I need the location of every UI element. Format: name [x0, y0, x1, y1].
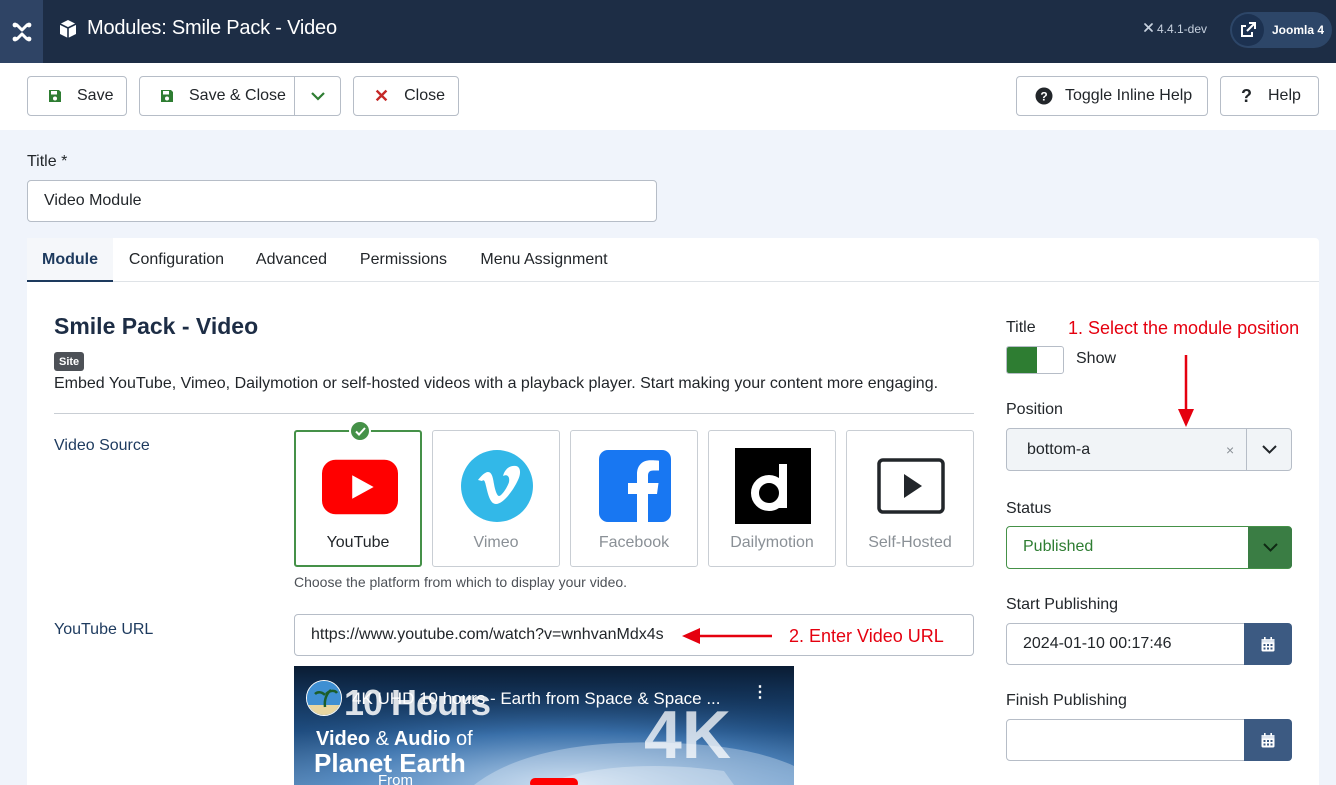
start-publishing-label: Start Publishing	[1006, 596, 1119, 613]
calendar-icon	[1261, 636, 1275, 651]
finish-calendar-button[interactable]	[1244, 719, 1292, 761]
save-close-label: Save & Close	[189, 87, 286, 104]
youtube-url-label: YouTube URL	[54, 621, 154, 638]
inline-help-label: Toggle Inline Help	[1065, 87, 1193, 104]
finish-publishing-label: Finish Publishing	[1006, 692, 1127, 709]
page-title: Modules: Smile Pack - Video	[87, 17, 337, 39]
chevron-down-icon[interactable]	[1248, 527, 1292, 568]
position-select[interactable]: bottom-a ×	[1006, 428, 1292, 471]
close-button[interactable]: ✕ Close	[353, 76, 459, 116]
floppy-disk-icon	[48, 89, 62, 103]
overlay-4k: 4K	[644, 697, 731, 773]
source-option-dailymotion[interactable]: Dailymotion	[708, 430, 836, 567]
header: Modules: Smile Pack - Video 4.4.1-dev Jo…	[0, 0, 1336, 63]
video-source-help: Choose the platform from which to displa…	[294, 574, 628, 590]
clear-icon[interactable]: ×	[1226, 442, 1234, 458]
save-close-button[interactable]: Save & Close	[139, 76, 341, 116]
tab-permissions[interactable]: Permissions	[343, 238, 464, 282]
tab-menu-assignment[interactable]: Menu Assignment	[464, 238, 624, 282]
status-value: Published	[1023, 538, 1094, 555]
annotation-arrow-left	[682, 627, 774, 650]
position-value: bottom-a	[1027, 441, 1091, 458]
facebook-icon	[597, 448, 673, 524]
toggle-on-indicator	[1007, 347, 1037, 373]
tab-module[interactable]: Module	[27, 238, 113, 283]
annotation-arrow-down	[1177, 355, 1195, 434]
calendar-icon	[1261, 732, 1275, 747]
close-label: Close	[404, 87, 445, 104]
source-option-youtube[interactable]: YouTube	[294, 420, 422, 567]
show-title-label: Title	[1006, 319, 1036, 336]
vimeo-icon	[459, 448, 535, 524]
joomla-small-icon	[1143, 22, 1154, 36]
help-label: Help	[1268, 87, 1301, 104]
close-icon: ✕	[374, 85, 390, 106]
show-title-toggle-label: Show	[1076, 350, 1117, 367]
more-options-icon[interactable]: ⋮	[752, 685, 768, 701]
floppy-disk-icon	[160, 89, 174, 103]
status-label: Status	[1006, 500, 1052, 517]
module-description: Embed YouTube, Vimeo, Dailymotion or sel…	[54, 375, 939, 392]
save-options-dropdown[interactable]	[295, 77, 341, 115]
start-calendar-button[interactable]	[1244, 623, 1292, 665]
video-source-label: Video Source	[54, 437, 150, 454]
toggle-inline-help-button[interactable]: ? Toggle Inline Help	[1016, 76, 1208, 116]
show-title-toggle[interactable]	[1006, 346, 1064, 374]
chevron-down-icon[interactable]	[1247, 429, 1292, 470]
toolbar: Save Save & Close ✕ Close ? Toggle Inlin…	[0, 63, 1336, 130]
status-select[interactable]: Published	[1006, 526, 1292, 569]
dailymotion-icon	[735, 448, 811, 524]
tab-advanced[interactable]: Advanced	[240, 238, 343, 282]
save-label: Save	[77, 87, 114, 104]
site-link-button[interactable]: Joomla 4	[1230, 12, 1332, 48]
annotation-step1: 1. Select the module position	[1068, 318, 1300, 338]
overlay-word: &	[375, 728, 389, 750]
tab-bar: Module Configuration Advanced Permission…	[27, 238, 1319, 283]
divider	[54, 413, 974, 414]
module-title: Smile Pack - Video	[54, 313, 259, 339]
source-label: YouTube	[326, 534, 390, 551]
source-label: Facebook	[598, 534, 670, 551]
tab-configuration[interactable]: Configuration	[113, 238, 240, 282]
save-button[interactable]: Save	[27, 76, 127, 116]
question-icon: ?	[1241, 85, 1252, 106]
position-label: Position	[1006, 401, 1063, 418]
svg-text:?: ?	[1040, 90, 1047, 104]
joomla-logo-icon	[12, 22, 31, 41]
video-preview[interactable]: 10 Hours 4K UHD 10 hours - Earth from Sp…	[294, 666, 794, 785]
start-publishing-input[interactable]	[1006, 623, 1246, 665]
source-label: Self-Hosted	[868, 534, 952, 551]
overlay-word: of	[456, 728, 473, 750]
chevron-down-icon	[311, 91, 325, 101]
play-icon	[873, 448, 949, 524]
title-input[interactable]	[27, 180, 657, 222]
finish-publishing-input[interactable]	[1006, 719, 1246, 761]
overlay-word: Audio	[393, 728, 451, 750]
title-label: Title *	[27, 153, 68, 170]
youtube-icon	[322, 449, 398, 525]
version-label: 4.4.1-dev	[1143, 22, 1207, 36]
source-option-vimeo[interactable]: Vimeo	[432, 430, 560, 567]
overlay-word: Video	[316, 728, 371, 750]
check-icon	[349, 420, 371, 442]
question-circle-icon: ?	[1035, 87, 1053, 105]
source-option-self-hosted[interactable]: Self-Hosted	[846, 430, 974, 567]
overlay-line3: From	[378, 772, 413, 785]
joomla-logo[interactable]	[0, 0, 43, 63]
channel-avatar[interactable]	[306, 680, 342, 716]
version-text: 4.4.1-dev	[1157, 22, 1208, 36]
site-link-label: Joomla 4	[1272, 23, 1325, 37]
source-label: Vimeo	[473, 534, 519, 551]
annotation-step2: 2. Enter Video URL	[789, 626, 944, 646]
help-button[interactable]: ? Help	[1220, 76, 1319, 116]
site-badge: Site	[54, 352, 85, 371]
cube-icon	[58, 19, 78, 44]
external-link-icon	[1232, 14, 1264, 46]
source-label: Dailymotion	[730, 534, 814, 551]
source-option-facebook[interactable]: Facebook	[570, 430, 698, 567]
